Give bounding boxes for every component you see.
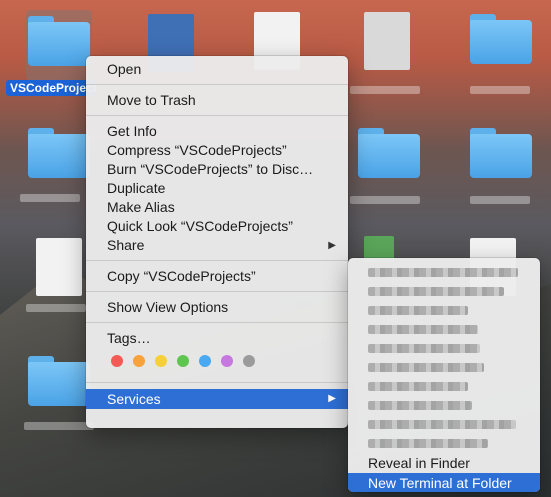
service-item-blurred[interactable] (348, 301, 540, 320)
submenu-arrow-icon: ▶ (328, 393, 336, 404)
folder-icon[interactable] (358, 128, 420, 178)
folder-icon[interactable] (470, 14, 532, 64)
menu-item-services[interactable]: Services ▶ (86, 389, 348, 409)
service-item-blurred[interactable] (348, 396, 540, 415)
tag-red-dot[interactable] (111, 355, 123, 367)
menu-item-quick-look[interactable]: Quick Look “VSCodeProjects” (86, 217, 348, 236)
menu-item-duplicate[interactable]: Duplicate (86, 179, 348, 198)
menu-item-share[interactable]: Share ▶ (86, 236, 348, 255)
menu-item-burn[interactable]: Burn “VSCodeProjects” to Disc… (86, 160, 348, 179)
service-item-blurred[interactable] (348, 358, 540, 377)
menu-item-compress[interactable]: Compress “VSCodeProjects” (86, 141, 348, 160)
document-icon[interactable] (36, 238, 82, 296)
menu-item-make-alias[interactable]: Make Alias (86, 198, 348, 217)
selected-folder-label[interactable]: VSCodeProjects (6, 80, 96, 96)
icon-label (20, 194, 80, 202)
menu-item-services-label: Services (107, 391, 161, 407)
folder-icon[interactable] (28, 128, 90, 178)
menu-item-get-info[interactable]: Get Info (86, 122, 348, 141)
folder-icon[interactable] (28, 356, 90, 406)
menu-separator (86, 322, 348, 323)
menu-separator (86, 84, 348, 85)
service-item-blurred[interactable] (348, 377, 540, 396)
submenu-arrow-icon: ▶ (328, 240, 336, 251)
menu-item-copy[interactable]: Copy “VSCodeProjects” (86, 267, 348, 286)
menu-separator (86, 260, 348, 261)
icon-label (470, 196, 530, 204)
icon-label (24, 422, 94, 430)
document-icon[interactable] (364, 12, 410, 70)
icon-label (350, 86, 420, 94)
tag-purple-dot[interactable] (221, 355, 233, 367)
icon-label (26, 304, 86, 312)
tag-orange-dot[interactable] (133, 355, 145, 367)
services-submenu: Reveal in Finder New Terminal at Folder (348, 258, 540, 492)
folder-icon[interactable] (470, 128, 532, 178)
icon-label (350, 196, 420, 204)
tag-yellow-dot[interactable] (155, 355, 167, 367)
service-item-blurred[interactable] (348, 282, 540, 301)
menu-separator (86, 115, 348, 116)
context-menu: Open Move to Trash Get Info Compress “VS… (86, 56, 348, 428)
menu-separator (86, 382, 348, 383)
service-item-blurred[interactable] (348, 339, 540, 358)
service-item-blurred[interactable] (348, 263, 540, 282)
menu-item-open[interactable]: Open (86, 60, 348, 79)
folder-icon[interactable] (28, 16, 90, 66)
icon-label (470, 86, 530, 94)
menu-item-share-label: Share (107, 237, 145, 253)
menu-item-tags[interactable]: Tags… (86, 329, 348, 348)
menu-item-move-to-trash[interactable]: Move to Trash (86, 91, 348, 110)
service-item-blurred[interactable] (348, 320, 540, 339)
service-item-blurred[interactable] (348, 415, 540, 434)
menu-item-reveal-in-finder[interactable]: Reveal in Finder (348, 453, 540, 473)
menu-separator (86, 291, 348, 292)
menu-item-show-view-options[interactable]: Show View Options (86, 298, 348, 317)
service-item-blurred[interactable] (348, 434, 540, 453)
tags-color-row (86, 348, 348, 374)
menu-item-new-terminal-at-folder[interactable]: New Terminal at Folder (348, 473, 540, 492)
tag-green-dot[interactable] (177, 355, 189, 367)
tag-gray-dot[interactable] (243, 355, 255, 367)
tag-blue-dot[interactable] (199, 355, 211, 367)
